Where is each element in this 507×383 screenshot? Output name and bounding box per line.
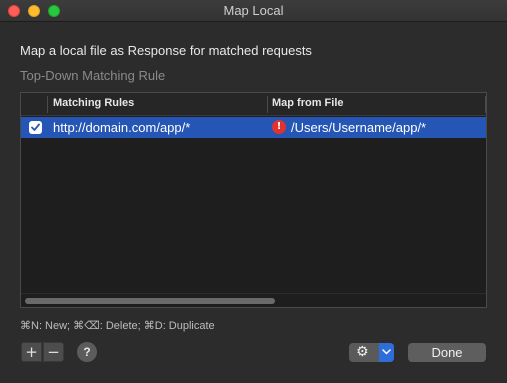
dialog-heading: Map a local file as Response for matched…	[20, 43, 312, 58]
column-divider[interactable]	[267, 96, 268, 113]
column-divider	[485, 96, 486, 113]
window-title: Map Local	[223, 3, 284, 18]
done-button[interactable]: Done	[408, 343, 486, 362]
column-divider	[47, 96, 48, 113]
keyboard-shortcuts-hint: ⌘N: New; ⌘⌫: Delete; ⌘D: Duplicate	[20, 320, 215, 332]
title-bar: Map Local	[0, 0, 507, 22]
rule-enabled-checkbox[interactable]	[29, 121, 42, 134]
column-header-map-from-file[interactable]: Map from File	[272, 97, 344, 109]
column-header-matching-rules[interactable]: Matching Rules	[53, 97, 134, 109]
scrollbar-thumb[interactable]	[25, 298, 275, 304]
add-rule-button[interactable]: +	[21, 342, 42, 362]
gear-icon: ⚙	[356, 344, 369, 360]
map-local-window: Map Local Map a local file as Response f…	[0, 0, 507, 383]
matching-rule-label: Top-Down Matching Rule	[20, 68, 166, 83]
remove-rule-button[interactable]: −	[43, 342, 64, 362]
error-icon: !	[272, 120, 286, 134]
map-from-file-cell[interactable]: /Users/Username/app/*	[291, 120, 426, 135]
table-row[interactable]: http://domain.com/app/* ! /Users/Usernam…	[21, 117, 486, 138]
settings-menu-button[interactable]: ⚙	[349, 343, 394, 362]
horizontal-scrollbar[interactable]	[21, 293, 486, 307]
checkmark-icon	[31, 123, 40, 131]
matching-rule-cell[interactable]: http://domain.com/app/*	[53, 120, 190, 135]
table-header: Matching Rules Map from File	[21, 93, 486, 116]
rules-table: Matching Rules Map from File http://doma…	[20, 92, 487, 308]
chevron-down-icon	[379, 343, 394, 362]
help-button[interactable]: ?	[77, 342, 97, 362]
